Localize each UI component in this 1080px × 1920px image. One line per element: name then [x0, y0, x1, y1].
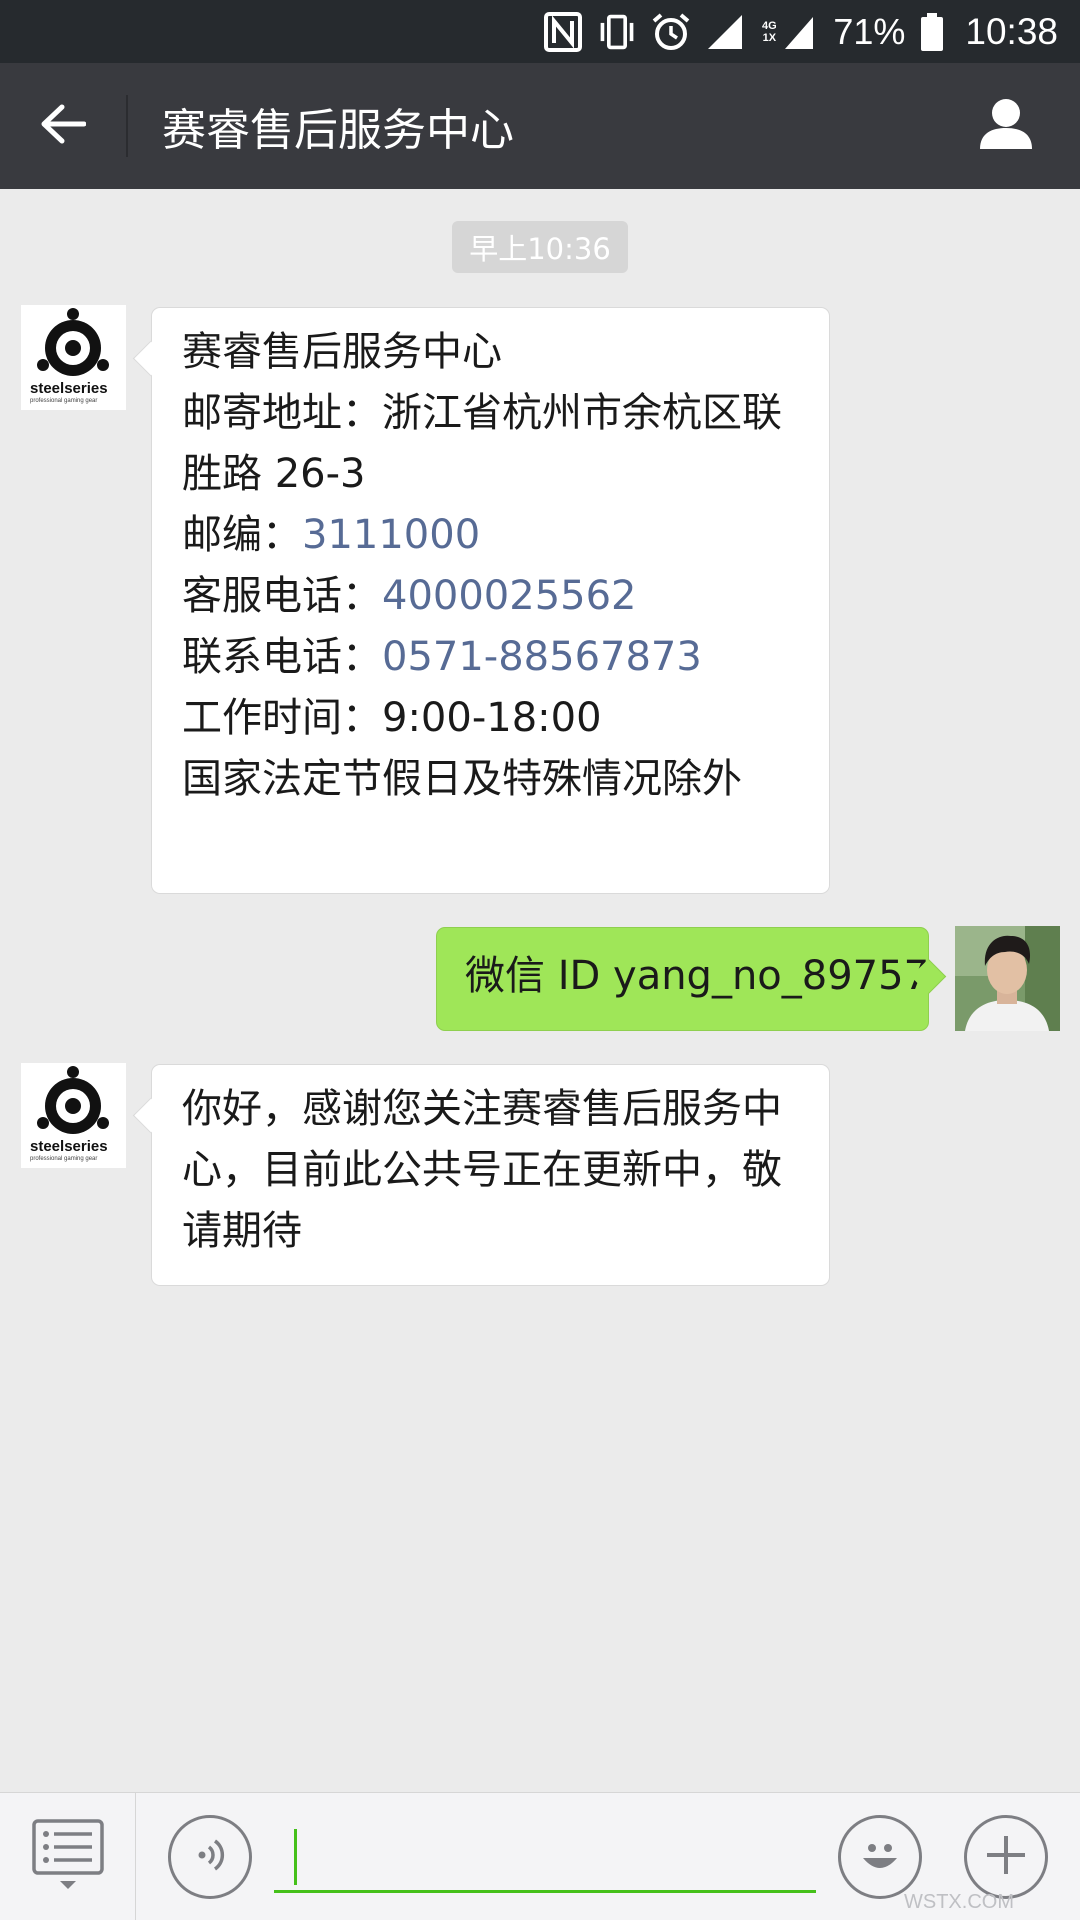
- voice-icon: [190, 1835, 230, 1879]
- steelseries-logo: steelseries professional gaming gear: [30, 1066, 109, 1162]
- message-text: 微信 ID yang_no_89757: [465, 953, 930, 999]
- message-bubble-2[interactable]: 微信 ID yang_no_89757: [436, 927, 929, 1031]
- menu-list-icon: [30, 1817, 106, 1897]
- message-bubble-3[interactable]: 你好，感谢您关注赛睿售后服务中 心，目前此公共号正在更新中，敬 请期待: [151, 1064, 830, 1286]
- message-text: 邮寄地址：浙江省杭州市余杭区联: [182, 390, 782, 436]
- service-phone-link[interactable]: 4000025562: [382, 573, 637, 619]
- network-type: 4G 1X: [762, 19, 777, 44]
- message-text: 工作时间：9:00-18:00: [182, 695, 602, 741]
- title-divider: [126, 95, 128, 157]
- text-cursor: [294, 1829, 297, 1885]
- message-text: 心，目前此公共号正在更新中，敬: [182, 1147, 782, 1193]
- more-button[interactable]: [964, 1815, 1048, 1899]
- contact-phone-link[interactable]: 0571-88567873: [382, 634, 702, 680]
- input-bar: WSTX.COM: [0, 1792, 1080, 1920]
- plus-icon: [983, 1832, 1029, 1882]
- emoji-button[interactable]: [838, 1815, 922, 1899]
- avatar[interactable]: steelseries professional gaming gear: [21, 305, 126, 410]
- battery-icon: [919, 12, 945, 52]
- page-title: 赛睿售后服务中心: [162, 105, 514, 156]
- message-timestamp: 早上10:36: [452, 221, 628, 273]
- svg-text:steelseries: steelseries: [30, 380, 108, 397]
- emoji-icon: [855, 1830, 905, 1884]
- message-text: 国家法定节假日及特殊情况除外: [182, 756, 742, 802]
- voice-button[interactable]: [168, 1815, 252, 1899]
- message-text: 赛睿售后服务中心: [182, 329, 502, 375]
- person-icon: [978, 97, 1034, 155]
- profile-button[interactable]: [946, 63, 1066, 189]
- vibrate-icon: [597, 12, 637, 52]
- svg-text:steelseries: steelseries: [30, 1138, 108, 1155]
- back-button[interactable]: [0, 63, 126, 189]
- watermark: WSTX.COM: [904, 1891, 1014, 1913]
- back-arrow-icon: [40, 103, 87, 149]
- svg-text:professional gaming gear: professional gaming gear: [30, 1156, 97, 1162]
- message-input[interactable]: [274, 1823, 816, 1893]
- nfc-icon: [543, 11, 583, 52]
- user-photo: [955, 926, 1060, 1031]
- message-text: 你好，感谢您关注赛睿售后服务中: [182, 1086, 782, 1132]
- service-phone-line: 客服电话：4000025562: [182, 573, 637, 619]
- postcode-link[interactable]: 3111000: [302, 512, 480, 558]
- chat-area[interactable]: 早上10:36 steelseries professional gaming …: [0, 189, 1080, 1792]
- battery-percent: 71%: [833, 10, 906, 52]
- contact-phone-line: 联系电话：0571-88567873: [182, 634, 702, 680]
- avatar[interactable]: steelseries professional gaming gear: [21, 1063, 126, 1168]
- data-signal-icon: [779, 12, 819, 52]
- message-bubble-1[interactable]: 赛睿售后服务中心 邮寄地址：浙江省杭州市余杭区联 胜路 26-3 邮编：3111…: [151, 307, 830, 894]
- message-text: 胜路 26-3: [182, 451, 366, 497]
- steelseries-logo: steelseries professional gaming gear: [30, 308, 109, 404]
- postcode-line: 邮编：3111000: [182, 512, 481, 558]
- user-avatar[interactable]: [955, 926, 1060, 1031]
- menu-toggle-button[interactable]: [0, 1793, 136, 1920]
- title-bar: 赛睿售后服务中心: [0, 63, 1080, 189]
- message-text: 请期待: [182, 1208, 302, 1254]
- status-bar: 4G 1X 71% 10:38: [0, 0, 1080, 63]
- alarm-icon: [651, 12, 691, 52]
- clock: 10:38: [965, 10, 1058, 52]
- svg-text:professional gaming gear: professional gaming gear: [30, 398, 97, 404]
- signal-icon: [705, 12, 745, 52]
